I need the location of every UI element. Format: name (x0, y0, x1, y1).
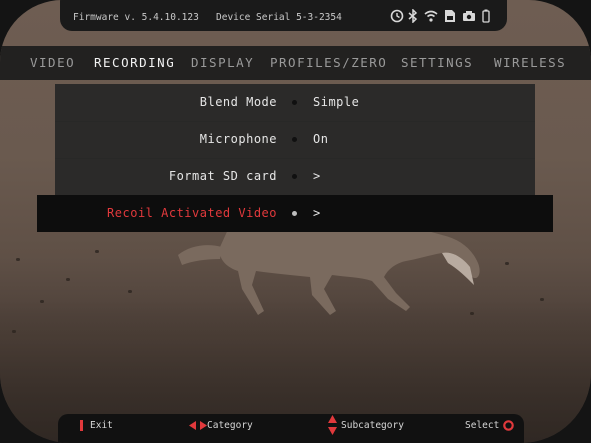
tab-recording[interactable]: RECORDING (94, 46, 175, 80)
tab-video[interactable]: VIDEO (30, 46, 75, 80)
category-tabs: VIDEO RECORDING DISPLAY PROFILES/ZERO SE… (0, 46, 591, 80)
bluetooth-icon (408, 9, 418, 23)
category-label: Category (207, 420, 253, 431)
ground-speck (540, 298, 544, 301)
firmware-version: Firmware v. 5.4.10.123 (73, 12, 199, 23)
camera-icon (463, 11, 475, 21)
ground-speck (128, 290, 132, 293)
ground-speck (505, 262, 509, 265)
menu-item-blend-mode[interactable]: Blend Mode Simple (55, 84, 535, 122)
subcategory-label: Subcategory (341, 420, 404, 431)
menu-item-microphone[interactable]: Microphone On (55, 121, 535, 159)
ground-speck (40, 300, 44, 303)
up-down-arrows-icon (328, 415, 337, 435)
submenu-arrow: > (313, 206, 321, 220)
ground-speck (12, 330, 16, 333)
separator-dot (292, 100, 297, 105)
status-bar: Firmware v. 5.4.10.123 Device Serial 5-3… (60, 0, 507, 31)
sd-card-icon (445, 10, 455, 22)
tab-profiles-zero[interactable]: PROFILES/ZERO (270, 46, 387, 80)
tab-display[interactable]: DISPLAY (191, 46, 254, 80)
exit-button-icon (80, 420, 83, 431)
ground-speck (95, 250, 99, 253)
wifi-icon (424, 10, 438, 22)
menu-item-label: Blend Mode (199, 95, 277, 109)
tab-wireless[interactable]: WIRELESS (494, 46, 566, 80)
menu-item-label: Microphone (199, 132, 277, 146)
menu-item-value: On (313, 132, 329, 146)
separator-dot (292, 211, 297, 216)
exit-label: Exit (90, 420, 113, 431)
separator-dot (292, 174, 297, 179)
tab-settings[interactable]: SETTINGS (401, 46, 473, 80)
ground-speck (16, 258, 20, 261)
left-right-arrows-icon (189, 421, 207, 430)
viewfinder-screen: Firmware v. 5.4.10.123 Device Serial 5-3… (0, 0, 591, 443)
timer-icon (390, 9, 404, 23)
menu-item-value: Simple (313, 95, 360, 109)
separator-dot (292, 137, 297, 142)
menu-item-label: Format SD card (168, 169, 277, 183)
battery-icon (482, 9, 490, 23)
menu-item-recoil-activated-video[interactable]: Recoil Activated Video > (37, 195, 553, 232)
submenu-arrow: > (313, 169, 321, 183)
select-label: Select (465, 420, 500, 431)
menu-item-format-sd-card[interactable]: Format SD card > (55, 158, 535, 196)
menu-item-label: Recoil Activated Video (107, 206, 277, 220)
ground-speck (66, 278, 70, 281)
coyote-silhouette (178, 218, 480, 315)
device-serial: Device Serial 5-3-2354 (216, 12, 342, 23)
select-button-icon (503, 420, 514, 431)
control-hint-bar: Exit Category Subcategory Select (58, 414, 524, 443)
